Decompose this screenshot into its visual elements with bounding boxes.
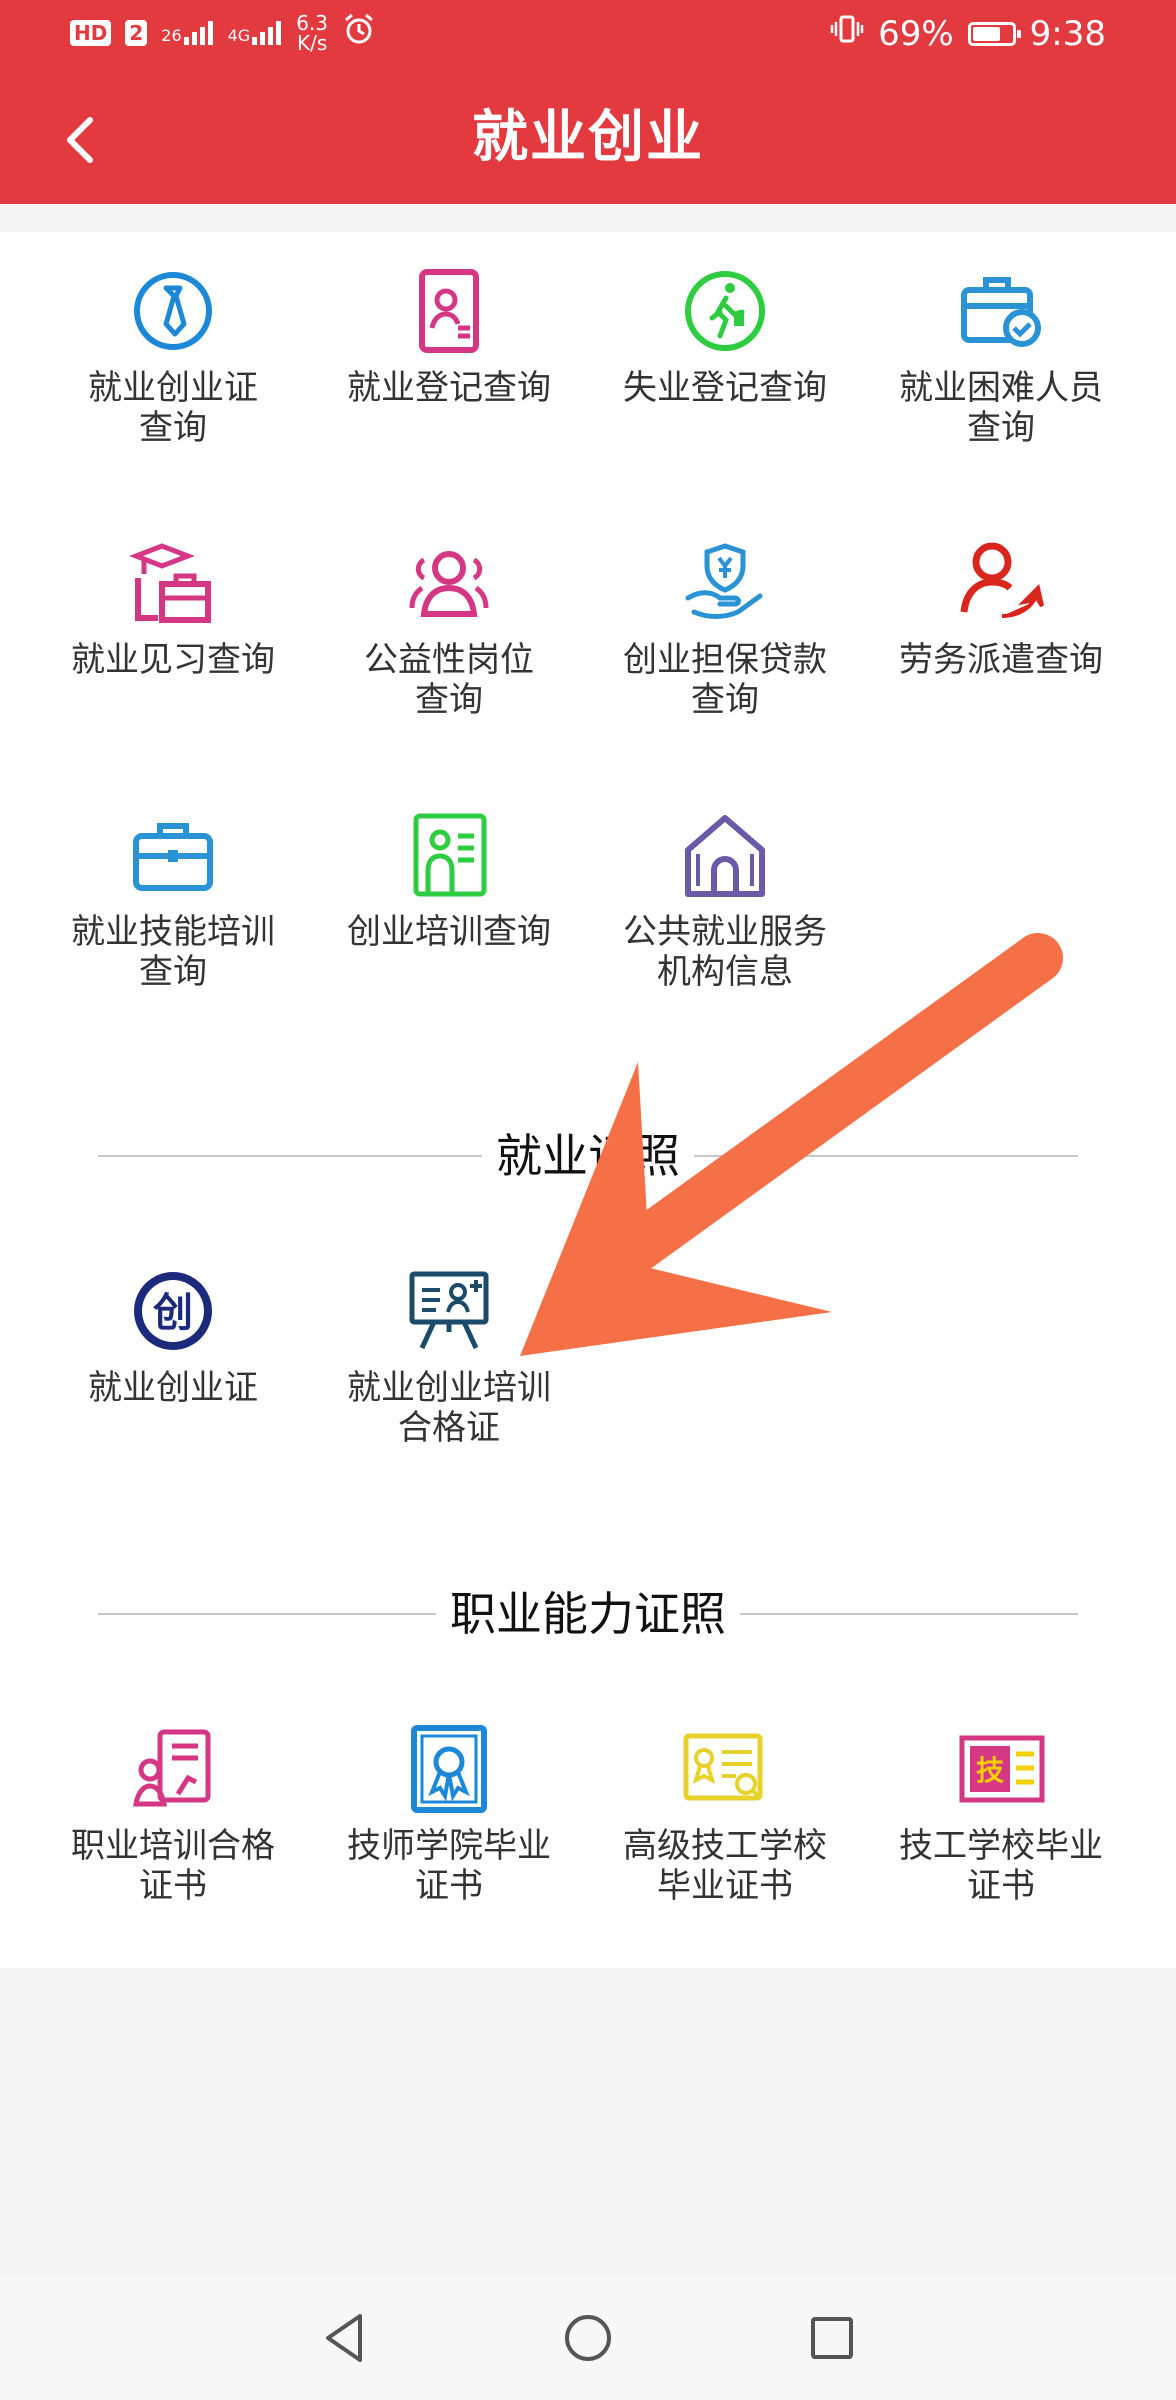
- app-header: 就业创业: [0, 72, 1176, 204]
- tile-label: 查询: [139, 408, 207, 448]
- sim-badge: 2: [125, 19, 148, 46]
- net-speed: 6.3 K/s: [296, 13, 328, 53]
- tile-label: 劳务派遣查询: [899, 640, 1103, 680]
- tile-employment-certificate-query[interactable]: 就业创业证 查询: [38, 232, 308, 472]
- tile-difficult-employment-query[interactable]: 就业困难人员 查询: [866, 232, 1136, 472]
- tile-vocational-training-certificate[interactable]: 职业培训合格 证书: [38, 1690, 308, 1930]
- tile-label: 创业培训查询: [347, 912, 551, 952]
- presentation-board-icon: [404, 1266, 494, 1356]
- tile-startup-training-query[interactable]: 创业培训查询: [314, 776, 584, 1016]
- tile-startup-loan-query[interactable]: 创业担保贷款 查询: [590, 504, 860, 744]
- status-left: HD 2 26 4G 6.3 K/s: [70, 12, 376, 53]
- tile-label: 公共就业服务: [623, 912, 827, 952]
- system-nav-bar: [0, 2276, 1176, 2400]
- clock: 9:38: [1029, 13, 1106, 54]
- tile-label: 职业培训合格: [71, 1826, 275, 1866]
- tile-employment-registration-query[interactable]: 就业登记查询: [314, 232, 584, 472]
- person-arrow-icon: [956, 538, 1046, 628]
- toolbox-icon: [128, 810, 218, 900]
- tile-advanced-technical-school-diploma[interactable]: 高级技工学校 毕业证书: [590, 1690, 860, 1930]
- tile-employment-certificate[interactable]: 创就业创业证: [38, 1232, 308, 1472]
- tile-internship-query[interactable]: 就业见习查询: [38, 504, 308, 744]
- vibrate-icon: [830, 12, 864, 55]
- walking-person-icon: [680, 266, 770, 356]
- ji-card-icon: 技: [956, 1724, 1046, 1814]
- tile-label: 查询: [139, 952, 207, 992]
- tile-technical-school-diploma[interactable]: 技技工学校毕业 证书: [866, 1690, 1136, 1930]
- award-ribbon-icon: [404, 1724, 494, 1814]
- tile-label: 就业见习查询: [71, 640, 275, 680]
- battery-icon: [967, 21, 1021, 46]
- tile-public-service-agency-info[interactable]: 公共就业服务 机构信息: [590, 776, 860, 1016]
- tile-label: 证书: [139, 1866, 207, 1906]
- section-title: 就业证照: [482, 1129, 694, 1183]
- id-card-icon: [404, 266, 494, 356]
- battery-percent: 69%: [878, 13, 954, 54]
- tile-label: 查询: [967, 408, 1035, 448]
- tile-label: 合格证: [398, 1408, 500, 1448]
- tie-badge-icon: [128, 266, 218, 356]
- tile-label: 公益性岗位: [364, 640, 534, 680]
- tile-label: 就业创业证: [88, 1368, 258, 1408]
- signal-1-label: 26: [161, 25, 182, 45]
- tile-label: 证书: [415, 1866, 483, 1906]
- svg-text:技: 技: [976, 1754, 1004, 1787]
- circle-home-icon: [565, 2315, 611, 2361]
- tile-label: 就业技能培训: [71, 912, 275, 952]
- signal-icon: 26: [161, 20, 213, 45]
- tile-label: 就业创业证: [88, 368, 258, 408]
- triangle-back-icon: [326, 2314, 362, 2362]
- square-recent-icon: [811, 2317, 853, 2359]
- nav-back-button[interactable]: [312, 2306, 376, 2370]
- tile-label: 技工学校毕业: [899, 1826, 1103, 1866]
- tile-label: 查询: [415, 680, 483, 720]
- section-header-employment-cert: 就业证照: [98, 1124, 1078, 1188]
- status-right: 69% 9:38: [830, 12, 1106, 55]
- section-header-vocational-cert: 职业能力证照: [98, 1582, 1078, 1646]
- certificate-search-icon: [680, 1724, 770, 1814]
- certificate-person-icon: [128, 1724, 218, 1814]
- tile-skill-training-query[interactable]: 就业技能培训 查询: [38, 776, 308, 1016]
- section-title: 职业能力证照: [436, 1587, 740, 1641]
- chuang-badge-icon: 创: [128, 1266, 218, 1356]
- tile-public-welfare-job-query[interactable]: 公益性岗位 查询: [314, 504, 584, 744]
- tile-label: 毕业证书: [657, 1866, 793, 1906]
- tile-label: 高级技工学校: [623, 1826, 827, 1866]
- status-bar: HD 2 26 4G 6.3 K/s 69% 9:38: [0, 0, 1176, 72]
- graduate-briefcase-icon: [128, 538, 218, 628]
- tile-label: 就业困难人员: [899, 368, 1103, 408]
- nav-recent-button[interactable]: [800, 2306, 864, 2370]
- net-speed-unit: K/s: [296, 30, 328, 55]
- briefcase-check-icon: [956, 266, 1046, 356]
- tile-label: 技师学院毕业: [347, 1826, 551, 1866]
- tile-startup-training-certificate[interactable]: 就业创业培训 合格证: [314, 1232, 584, 1472]
- group-people-icon: [404, 538, 494, 628]
- tile-label: 就业登记查询: [347, 368, 551, 408]
- tile-label: 查询: [691, 680, 759, 720]
- nav-home-button[interactable]: [556, 2306, 620, 2370]
- house-icon: [680, 810, 770, 900]
- alarm-icon: [342, 12, 376, 53]
- tile-label: 证书: [967, 1866, 1035, 1906]
- hd-badge: HD: [70, 19, 112, 46]
- tile-label: 就业创业培训: [347, 1368, 551, 1408]
- svg-text:创: 创: [153, 1290, 193, 1336]
- signal-4g-icon: 4G: [227, 20, 283, 45]
- training-card-icon: [404, 810, 494, 900]
- tile-technician-college-diploma[interactable]: 技师学院毕业 证书: [314, 1690, 584, 1930]
- tile-unemployment-registration-query[interactable]: 失业登记查询: [590, 232, 860, 472]
- content-panel: 就业创业证 查询 就业登记查询 失业登记查询 就业困难人员 查询 就业见习查询 公益性岗位 查询…: [0, 232, 1176, 1968]
- tile-label: 创业担保贷款: [623, 640, 827, 680]
- hand-shield-yuan-icon: [680, 538, 770, 628]
- tile-label: 失业登记查询: [623, 368, 827, 408]
- tile-label: 机构信息: [657, 952, 793, 992]
- page-title: 就业创业: [472, 105, 704, 170]
- signal-2-label: 4G: [227, 25, 251, 45]
- tile-labor-dispatch-query[interactable]: 劳务派遣查询: [866, 504, 1136, 744]
